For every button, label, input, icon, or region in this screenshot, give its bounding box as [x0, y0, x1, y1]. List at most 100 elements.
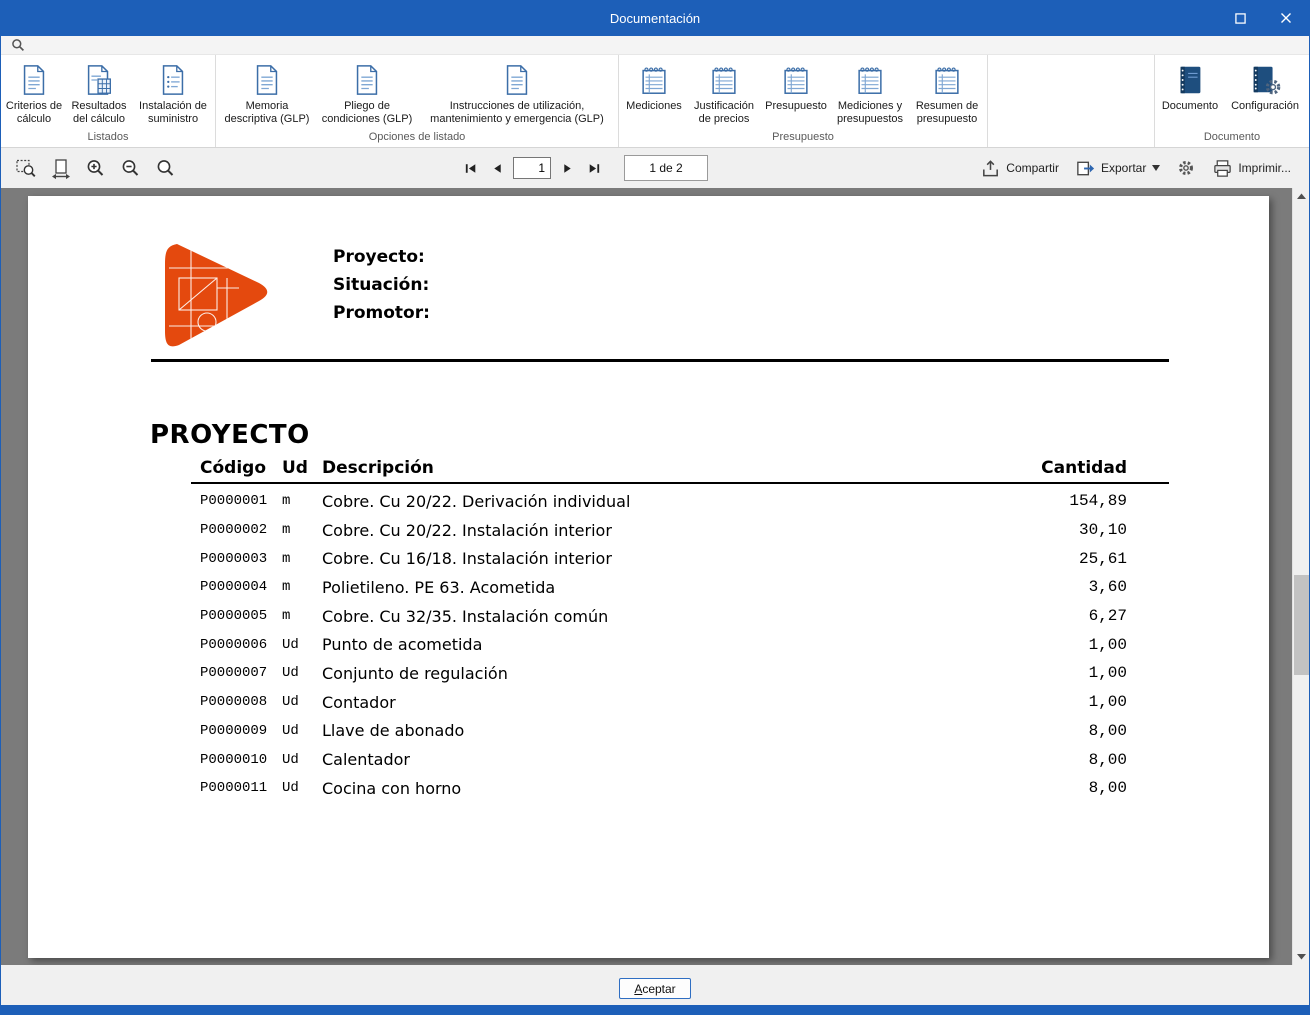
- aceptar-button[interactable]: Aceptar: [619, 978, 691, 999]
- project-label: Proyecto:: [333, 247, 425, 267]
- ribbon-group-buttons: Mediciones Justificación de precios Pres…: [619, 55, 987, 130]
- project-table: Código Ud Descripción Cantidad P0000001 …: [191, 454, 1169, 803]
- settings-button[interactable]: [1174, 155, 1198, 181]
- ribbon-button-documento[interactable]: Documento: [1157, 58, 1223, 113]
- scrollbar-thumb[interactable]: [1294, 575, 1309, 675]
- cell-codigo: P0000003: [200, 550, 268, 567]
- arrow-up-icon: [1293, 188, 1309, 205]
- export-button[interactable]: Exportar: [1073, 155, 1162, 182]
- document-icon: [350, 60, 384, 100]
- ribbon-button-resumen-de-presupuesto[interactable]: Resumen de presupuesto: [909, 58, 985, 125]
- page-number-input[interactable]: [513, 157, 551, 179]
- next-page-button[interactable]: [556, 156, 578, 180]
- cell-descripcion: Llave de abonado: [322, 721, 465, 741]
- table-row: P0000001 m Cobre. Cu 20/22. Derivación i…: [191, 487, 1169, 516]
- zoom-selection-button[interactable]: [15, 156, 37, 180]
- cell-ud: m: [282, 522, 291, 539]
- cell-cantidad: 8,00: [1088, 721, 1127, 740]
- cell-cantidad: 1,00: [1088, 693, 1127, 712]
- export-label: Exportar: [1100, 161, 1147, 175]
- ribbon-button-instrucciones-utilizacion[interactable]: Instrucciones de utilización, mantenimie…: [418, 58, 616, 125]
- ribbon-spacer: [988, 55, 1155, 147]
- cell-cantidad: 1,00: [1088, 664, 1127, 683]
- ribbon-group-presupuesto: Mediciones Justificación de precios Pres…: [619, 55, 988, 147]
- previous-page-button[interactable]: [486, 156, 508, 180]
- ribbon-button-mediciones-y-presupuestos[interactable]: Mediciones y presupuestos: [831, 58, 909, 125]
- ribbon-group-buttons: Documento Configuración: [1155, 55, 1309, 130]
- ribbon-button-memoria-descriptiva[interactable]: Memoria descriptiva (GLP): [218, 58, 316, 125]
- page-title: PROYECTO: [150, 420, 310, 450]
- cell-ud: m: [282, 579, 291, 596]
- last-page-button[interactable]: [583, 156, 605, 180]
- ribbon-button-label: Instalación de suministro: [139, 100, 207, 125]
- table-body: P0000001 m Cobre. Cu 20/22. Derivación i…: [191, 484, 1169, 803]
- cell-codigo: P0000008: [200, 694, 268, 711]
- ribbon-button-label: Documento: [1161, 100, 1219, 112]
- document-preview-area: Proyecto: Situación: Promotor: PROYECTO …: [1, 188, 1309, 965]
- window-controls: [1217, 0, 1309, 36]
- budget-notepad-icon: [779, 60, 813, 100]
- cell-descripcion: Conjunto de regulación: [322, 663, 508, 683]
- table-row: P0000003 m Cobre. Cu 16/18. Instalación …: [191, 544, 1169, 573]
- cell-cantidad: 6,27: [1088, 607, 1127, 626]
- maximize-button[interactable]: [1217, 0, 1263, 36]
- zoom-out-button[interactable]: [120, 156, 142, 180]
- cell-ud: Ud: [282, 636, 299, 653]
- document-page: Proyecto: Situación: Promotor: PROYECTO …: [28, 196, 1269, 958]
- scroll-down-button[interactable]: [1293, 948, 1309, 965]
- ribbon-button-pliego-de-condiciones[interactable]: Pliego de condiciones (GLP): [316, 58, 418, 125]
- window-title: Documentación: [609, 10, 701, 26]
- titlebar: Documentación: [1, 0, 1309, 36]
- promoter-label: Promotor:: [333, 303, 430, 323]
- col-header-cantidad: Cantidad: [1041, 458, 1127, 478]
- cell-cantidad: 8,00: [1088, 750, 1127, 769]
- cell-ud: m: [282, 493, 291, 510]
- zoom-full-button[interactable]: [155, 156, 177, 180]
- last-page-icon: [587, 161, 602, 176]
- close-button[interactable]: [1263, 0, 1309, 36]
- ribbon-button-resultados-del-calculo[interactable]: Resultados del cálculo: [65, 58, 133, 125]
- ribbon-group-buttons: Criterios de cálculo Resultados del cálc…: [1, 55, 215, 130]
- cell-cantidad: 30,10: [1078, 521, 1127, 540]
- view-toolbar: 1 de 2 Compartir Exportar Imprimir...: [1, 148, 1309, 188]
- ribbon-button-label: Justificación de precios: [694, 100, 754, 125]
- ribbon-button-mediciones[interactable]: Mediciones: [621, 58, 687, 113]
- zoom-out-icon: [120, 157, 142, 180]
- fit-page-button[interactable]: [50, 156, 72, 180]
- cell-descripcion: Cocina con horno: [322, 778, 462, 798]
- previous-page-icon: [490, 161, 505, 176]
- ribbon-button-presupuesto[interactable]: Presupuesto: [761, 58, 831, 113]
- cell-descripcion: Polietileno. PE 63. Acometida: [322, 577, 556, 597]
- ribbon-button-instalacion-de-suministro[interactable]: Instalación de suministro: [133, 58, 213, 125]
- configuration-book-gear-icon: [1248, 60, 1282, 100]
- document-icon: [500, 60, 534, 100]
- first-page-icon: [463, 161, 478, 176]
- cell-cantidad: 1,00: [1088, 635, 1127, 654]
- share-label: Compartir: [1006, 161, 1059, 175]
- first-page-button[interactable]: [459, 156, 481, 180]
- zoom-in-button[interactable]: [85, 156, 107, 180]
- chevron-down-icon: [1152, 165, 1160, 171]
- cell-codigo: P0000011: [200, 780, 268, 797]
- zoom-selection-icon: [15, 157, 37, 180]
- ribbon-button-label: Instrucciones de utilización, mantenimie…: [430, 100, 604, 125]
- cell-codigo: P0000001: [200, 493, 268, 510]
- ribbon-button-justificacion-de-precios[interactable]: Justificación de precios: [687, 58, 761, 125]
- cell-descripcion: Punto de acometida: [322, 635, 483, 655]
- table-header: Código Ud Descripción Cantidad: [191, 454, 1169, 484]
- search-icon[interactable]: [11, 38, 25, 52]
- aceptar-label-rest: ceptar: [642, 981, 676, 996]
- vertical-scrollbar[interactable]: [1292, 188, 1309, 965]
- cell-cantidad: 3,60: [1088, 578, 1127, 597]
- ribbon-button-label: Pliego de condiciones (GLP): [321, 100, 413, 125]
- ribbon-button-label: Configuración: [1231, 100, 1299, 112]
- ribbon-group-documento: Documento Configuración Documento: [1155, 55, 1309, 147]
- export-icon: [1075, 158, 1096, 179]
- ribbon-button-configuracion[interactable]: Configuración: [1223, 58, 1307, 113]
- cell-codigo: P0000004: [200, 579, 268, 596]
- print-button[interactable]: Imprimir...: [1210, 155, 1293, 182]
- window-frame-bottom: [1, 1005, 1309, 1015]
- share-button[interactable]: Compartir: [978, 155, 1061, 182]
- ribbon-button-criterios-de-calculo[interactable]: Criterios de cálculo: [3, 58, 65, 125]
- scroll-up-button[interactable]: [1293, 188, 1309, 205]
